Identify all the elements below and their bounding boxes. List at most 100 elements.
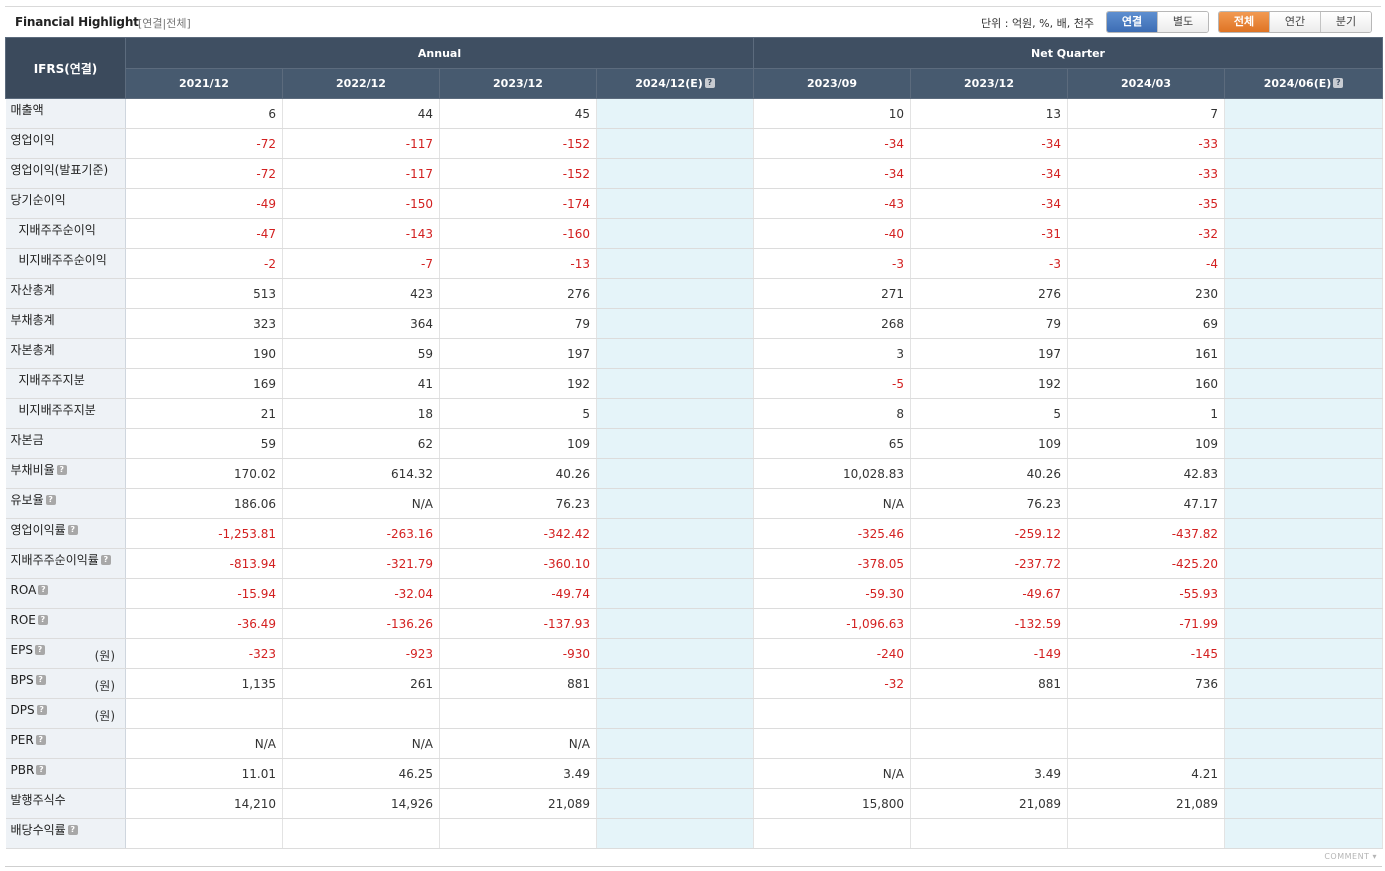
table-cell: 276: [439, 278, 597, 309]
table-cell: 271: [753, 278, 912, 309]
row-label-cell: 지배주주지분: [5, 368, 126, 399]
table-cell: 197: [439, 338, 597, 369]
table-row: 자본총계 190 59 197 3 197 161: [5, 338, 1384, 369]
help-icon[interactable]: ?: [37, 614, 48, 625]
table-cell: -34: [910, 128, 1069, 159]
row-label: 유보율: [10, 493, 44, 507]
table-cell: -149: [910, 638, 1069, 669]
table-cell: 40.26: [910, 458, 1069, 489]
table-row: 영업이익 -72 -117 -152 -34 -34 -33: [5, 128, 1384, 159]
table-cell: 3.49: [439, 758, 597, 789]
help-icon[interactable]: ?: [34, 644, 45, 655]
table-cell: -43: [753, 188, 912, 219]
row-label-cell[interactable]: 배당수익률?: [5, 818, 126, 849]
row-label-cell[interactable]: 영업이익률?: [5, 518, 126, 549]
table-cell: -152: [439, 158, 597, 189]
help-icon[interactable]: ?: [36, 764, 47, 775]
table-cell: [1224, 458, 1384, 489]
table-cell: -160: [439, 218, 597, 249]
table-cell: [596, 698, 755, 729]
row-label-cell: 발행주식수: [5, 788, 126, 819]
table-cell: 13: [910, 98, 1069, 129]
table-cell: [1224, 218, 1384, 249]
table-cell: [1224, 428, 1384, 459]
table-cell: N/A: [282, 728, 440, 759]
table-cell: [1224, 278, 1384, 309]
row-label: 부채비율: [10, 463, 55, 477]
row-label-cell: 매출액: [5, 98, 126, 129]
help-icon[interactable]: ?: [100, 555, 111, 565]
row-label-cell[interactable]: 부채비율?: [5, 458, 126, 489]
table-row: BPS? (원) 1,135 261 881 -32 881 736: [5, 668, 1384, 699]
table-row: 지배주주지분 169 41 192 -5 192 160: [5, 368, 1384, 399]
table-cell: [596, 548, 755, 579]
table-cell: [596, 578, 755, 609]
row-label-cell[interactable]: PER?: [5, 728, 126, 759]
table-cell: [596, 608, 755, 639]
column-header-label: 2023/12: [964, 77, 1014, 90]
table-cell: [1067, 818, 1226, 849]
row-label: 지배주주지분: [18, 373, 85, 387]
scope-separate-button[interactable]: 별도: [1157, 12, 1208, 32]
help-icon[interactable]: ?: [67, 825, 78, 835]
help-icon[interactable]: ?: [1333, 78, 1344, 88]
scope-consolidated-button[interactable]: 연결: [1107, 12, 1157, 32]
table-cell: -237.72: [910, 548, 1069, 579]
table-cell: 323: [125, 308, 283, 339]
table-row: 당기순이익 -49 -150 -174 -43 -34 -35: [5, 188, 1384, 219]
row-label-cell[interactable]: DPS? (원): [5, 698, 126, 729]
table-cell: -378.05: [753, 548, 912, 579]
table-cell: -143: [282, 218, 440, 249]
group-header-quarter: Net Quarter: [753, 37, 1384, 69]
table-cell: -152: [439, 128, 597, 159]
table-cell: -13: [439, 248, 597, 279]
row-label-cell[interactable]: 지배주주순이익률?: [5, 548, 126, 579]
help-icon[interactable]: ?: [45, 495, 56, 505]
table-cell: -263.16: [282, 518, 440, 549]
column-header-label: 2021/12: [179, 77, 229, 90]
help-icon[interactable]: ?: [35, 734, 46, 745]
table-cell: [596, 158, 755, 189]
row-label: 자본금: [10, 433, 44, 447]
row-label: 영업이익(발표기준): [10, 163, 109, 177]
table-cell: [596, 308, 755, 339]
table-cell: 6: [125, 98, 283, 129]
period-quarter-button[interactable]: 분기: [1320, 12, 1371, 32]
table-cell: [596, 788, 755, 819]
period-toggle: 전체 연간 분기: [1218, 11, 1372, 33]
table-cell: [1224, 128, 1384, 159]
help-icon[interactable]: ?: [35, 674, 46, 685]
table-cell: [1067, 698, 1226, 729]
section-title: Financial Highlight: [15, 15, 139, 29]
table-cell: -325.46: [753, 518, 912, 549]
help-icon[interactable]: ?: [67, 525, 78, 535]
row-label: 자본총계: [10, 343, 55, 357]
table-cell: [910, 818, 1069, 849]
row-label-cell[interactable]: ROE?: [5, 608, 126, 639]
help-icon[interactable]: ?: [56, 465, 67, 475]
row-label-cell[interactable]: EPS? (원): [5, 638, 126, 669]
table-cell: N/A: [125, 728, 283, 759]
help-icon[interactable]: ?: [704, 78, 715, 88]
table-row: 자본금 59 62 109 65 109 109: [5, 428, 1384, 459]
period-annual-button[interactable]: 연간: [1269, 12, 1320, 32]
help-icon[interactable]: ?: [36, 704, 47, 715]
help-icon[interactable]: ?: [38, 584, 49, 595]
row-label-cell: 당기순이익: [5, 188, 126, 219]
row-label-cell[interactable]: ROA?: [5, 578, 126, 609]
table-cell: 109: [910, 428, 1069, 459]
comment-toggle[interactable]: COMMENT ▾: [1324, 852, 1377, 861]
table-cell: 15,800: [753, 788, 912, 819]
table-cell: 109: [1067, 428, 1226, 459]
row-label-cell[interactable]: 유보율?: [5, 488, 126, 519]
table-cell: [282, 698, 440, 729]
table-cell: [282, 818, 440, 849]
row-label-cell[interactable]: BPS? (원): [5, 668, 126, 699]
table-cell: -132.59: [910, 608, 1069, 639]
row-label-cell[interactable]: PBR?: [5, 758, 126, 789]
row-label-cell: 영업이익: [5, 128, 126, 159]
table-cell: 170.02: [125, 458, 283, 489]
table-cell: -49: [125, 188, 283, 219]
period-all-button[interactable]: 전체: [1219, 12, 1269, 32]
table-cell: [753, 698, 912, 729]
